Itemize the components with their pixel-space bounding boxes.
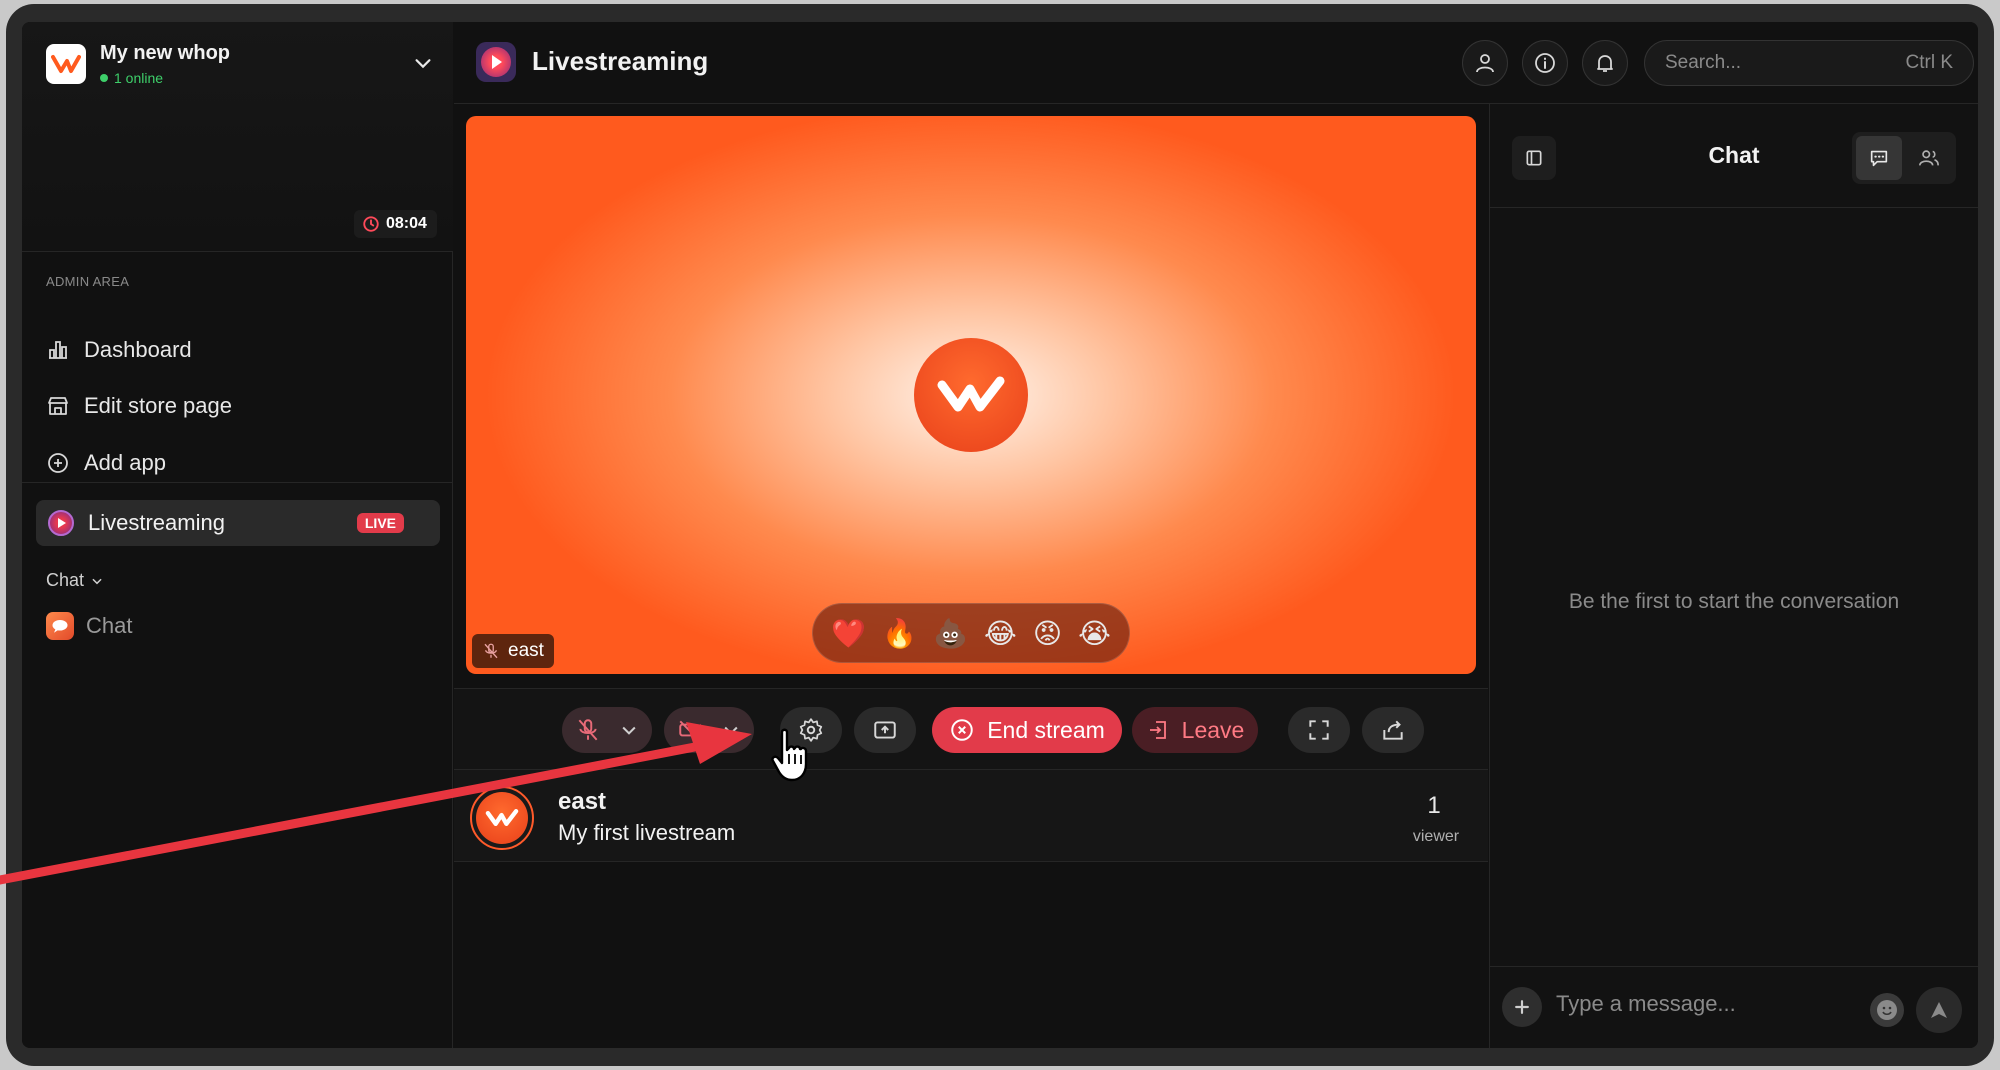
plus-icon <box>1515 1000 1529 1014</box>
fullscreen-icon <box>1309 720 1329 740</box>
share-button[interactable] <box>1362 707 1424 753</box>
end-stream-button[interactable]: End stream <box>932 707 1122 753</box>
chat-panel: Chat Be the first to start the conversat… <box>1489 104 1978 1048</box>
emoji-button[interactable] <box>1870 993 1904 1027</box>
avatar[interactable] <box>470 786 534 850</box>
sidebar-item-label: Add app <box>84 450 166 475</box>
host-name: east <box>558 788 607 815</box>
mic-off-icon <box>578 719 598 741</box>
attach-button[interactable] <box>1502 987 1542 1027</box>
info-icon <box>1535 53 1555 73</box>
chevron-down-icon[interactable] <box>619 720 639 740</box>
reaction-bar: ❤️ 🔥 💩 😂 😡 😭 <box>812 603 1130 663</box>
share-screen-button[interactable] <box>854 707 916 753</box>
online-status: 1 online <box>100 70 163 86</box>
camera-toggle-button[interactable] <box>664 707 754 753</box>
sidebar-item-dashboard[interactable]: Dashboard <box>46 330 192 370</box>
users-icon <box>1919 150 1939 166</box>
chat-section-toggle[interactable]: Chat <box>46 570 104 591</box>
leave-label: Leave <box>1181 716 1245 743</box>
profile-button[interactable] <box>1462 40 1508 86</box>
sidebar-item-livestreaming[interactable]: Livestreaming LIVE <box>36 500 440 546</box>
leave-button[interactable]: Leave <box>1132 707 1258 753</box>
notifications-button[interactable] <box>1582 40 1628 86</box>
send-button[interactable] <box>1916 987 1962 1033</box>
search-input[interactable]: Search... Ctrl K <box>1644 40 1974 86</box>
sidebar-item-chat[interactable]: Chat <box>46 612 132 640</box>
heart-reaction[interactable]: ❤️ <box>831 617 866 650</box>
mic-toggle-button[interactable] <box>562 707 652 753</box>
stream-title: My first livestream <box>558 820 736 845</box>
message-composer <box>1490 966 1978 1048</box>
cry-reaction[interactable]: 😭 <box>1078 617 1111 650</box>
livestream-app-icon <box>476 42 516 82</box>
laugh-reaction[interactable]: 😂 <box>984 617 1017 650</box>
end-stream-label: End stream <box>987 716 1105 743</box>
screen-share-icon <box>874 721 896 739</box>
participant-name-tag: east <box>472 634 554 668</box>
whop-logo <box>914 338 1028 452</box>
chevron-down-icon[interactable] <box>412 52 434 74</box>
x-circle-icon <box>951 719 973 741</box>
whop-name: My new whop <box>100 42 230 64</box>
search-placeholder: Search... <box>1665 52 1742 73</box>
chevron-down-icon <box>92 578 102 584</box>
user-icon <box>1476 54 1494 73</box>
app-window: My new whop 1 online 08:04 ADMIN AREA Da… <box>22 22 1978 1048</box>
bell-icon <box>1597 55 1613 72</box>
sidebar-item-add-app[interactable]: Add app <box>46 443 166 483</box>
share-icon <box>1383 720 1403 740</box>
whop-header[interactable]: My new whop 1 online 08:04 <box>22 22 453 252</box>
fullscreen-button[interactable] <box>1288 707 1350 753</box>
chat-header: Chat <box>1490 104 1978 208</box>
store-icon <box>48 397 68 415</box>
empty-chat-message: Be the first to start the conversation <box>1568 590 1900 613</box>
sidebar-item-label: Chat <box>86 613 133 638</box>
send-icon <box>1931 1002 1947 1018</box>
camera-off-icon <box>679 720 701 740</box>
fire-reaction[interactable]: 🔥 <box>882 617 917 650</box>
mic-off-icon <box>484 643 498 659</box>
exit-icon <box>1149 721 1166 739</box>
tab-members[interactable] <box>1906 136 1952 180</box>
sidebar: My new whop 1 online 08:04 ADMIN AREA Da… <box>22 22 453 1048</box>
poop-reaction[interactable]: 💩 <box>933 617 968 650</box>
participant-name: east <box>508 640 544 661</box>
sidebar-divider <box>22 482 453 483</box>
search-shortcut: Ctrl K <box>1905 52 1954 73</box>
whop-logo <box>46 44 86 84</box>
sidebar-item-edit-store-page[interactable]: Edit store page <box>46 386 232 426</box>
viewer-label: viewer <box>1412 828 1460 845</box>
tab-chat[interactable] <box>1856 136 1902 180</box>
top-bar: Livestreaming Search... Ctrl K <box>454 22 1978 104</box>
live-badge: LIVE <box>356 513 404 533</box>
sidebar-item-label: Livestreaming <box>88 510 225 535</box>
online-dot-icon <box>100 74 108 82</box>
timer-text: 08:04 <box>386 215 427 232</box>
livestream-app-icon <box>48 510 74 536</box>
online-status-text: 1 online <box>114 70 164 86</box>
admin-area-label: ADMIN AREA <box>46 274 130 289</box>
smiley-icon <box>1877 1000 1897 1020</box>
sidebar-item-label: Dashboard <box>84 337 192 362</box>
sidebar-item-label: Edit store page <box>84 393 232 418</box>
stream-controls: End stream Leave <box>454 688 1488 770</box>
angry-reaction[interactable]: 😡 <box>1033 617 1062 650</box>
message-input[interactable] <box>1556 991 1856 1017</box>
stream-timer: 08:04 <box>354 210 437 238</box>
bar-chart-icon <box>49 341 67 359</box>
viewer-count: 1 <box>1427 792 1441 819</box>
stream-info: east My first livestream 1 viewer <box>454 770 1488 862</box>
chat-section-label: Chat <box>46 570 85 590</box>
chevron-down-icon[interactable] <box>721 720 741 740</box>
info-button[interactable] <box>1522 40 1568 86</box>
plus-circle-icon <box>48 453 68 473</box>
chat-view-toggle <box>1852 132 1956 184</box>
video-stage[interactable]: east ❤️ 🔥 💩 😂 😡 😭 <box>466 116 1476 674</box>
clock-icon <box>363 216 379 232</box>
message-icon <box>1870 150 1888 167</box>
page-title: Livestreaming <box>532 46 709 76</box>
chat-app-icon <box>46 612 74 640</box>
hand-cursor-icon <box>771 728 808 782</box>
